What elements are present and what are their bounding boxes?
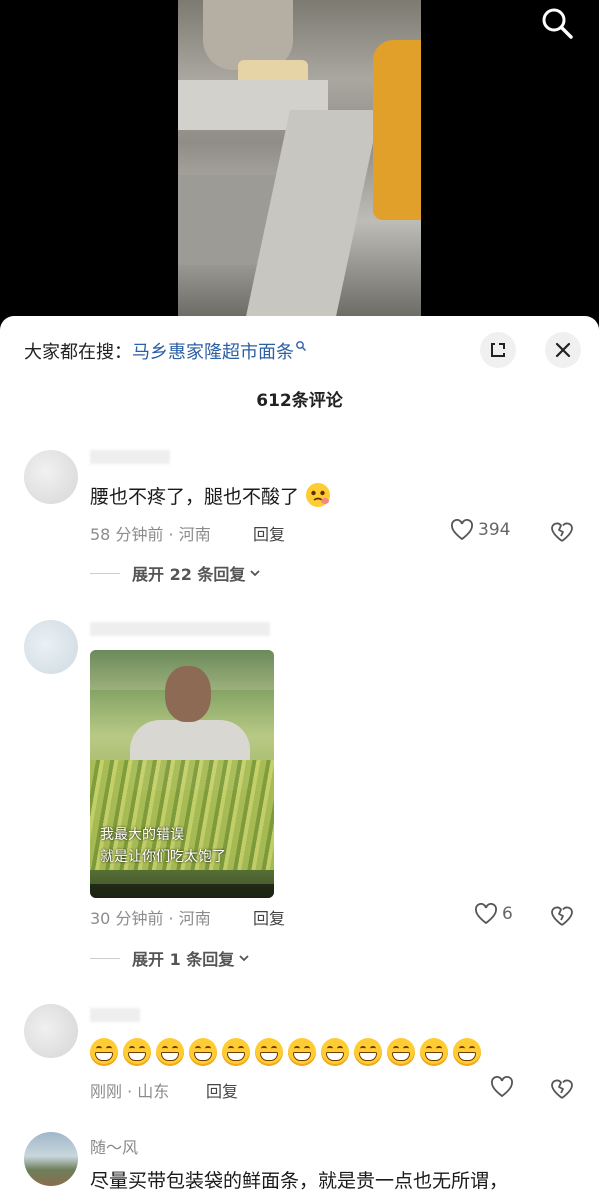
divider (90, 957, 120, 959)
broken-heart-icon (551, 1079, 573, 1099)
avatar[interactable] (24, 620, 78, 674)
grinning-face-icon (90, 1038, 118, 1066)
hot-search-bar[interactable]: 大家都在搜：马乡惠家隆超市面条 (24, 338, 307, 364)
grinning-face-icon (222, 1038, 250, 1066)
like-count: 394 (478, 520, 511, 540)
grinning-face-icon (354, 1038, 382, 1066)
image-person-head (165, 666, 211, 722)
divider (90, 572, 120, 574)
grinning-face-icon (156, 1038, 184, 1066)
search-icon (296, 341, 306, 351)
avatar[interactable] (24, 450, 78, 504)
reply-button[interactable]: 回复 (253, 521, 285, 545)
grinning-face-icon (123, 1038, 151, 1066)
collapse-icon (491, 343, 505, 357)
heart-icon (451, 519, 473, 541)
expand-replies-button[interactable]: 展开 22 条回复 (90, 561, 262, 585)
hot-search-keyword[interactable]: 马乡惠家隆超市面条 (132, 342, 294, 363)
emoji-row (90, 1038, 481, 1066)
dislike-button[interactable] (549, 1077, 575, 1101)
chevron-down-icon (239, 955, 249, 962)
pleading-face-icon (306, 483, 331, 507)
comments-count: 612条评论 (256, 391, 343, 411)
search-icon (542, 8, 573, 39)
hot-search-prefix: 大家都在搜： (24, 342, 132, 363)
image-caption-line-1: 我最大的错误 (100, 827, 184, 843)
image-bottom-bar (90, 884, 274, 898)
username[interactable] (90, 622, 270, 636)
video-frame[interactable] (178, 0, 421, 316)
video-player[interactable] (0, 0, 599, 330)
comment-meta: 30 分钟前 · 河南 (90, 909, 211, 928)
like-button[interactable]: 394 (450, 519, 510, 541)
comment-text: 腰也不疼了，腿也不酸了 (90, 482, 331, 509)
search-button[interactable] (538, 4, 576, 42)
username[interactable] (90, 1008, 140, 1022)
close-icon (555, 342, 571, 358)
dislike-button[interactable] (549, 904, 575, 928)
image-caption-line-2: 就是让你们吃太饱了 (100, 849, 226, 865)
comment-text: 尽量买带包装袋的鲜面条，就是贵一点也无所谓， (90, 1170, 509, 1192)
dislike-button[interactable] (549, 520, 575, 544)
expand-replies-button[interactable]: 展开 1 条回复 (90, 946, 251, 970)
chevron-down-icon (250, 570, 261, 577)
heart-icon (475, 903, 497, 925)
grinning-face-icon (255, 1038, 283, 1066)
broken-heart-icon (551, 522, 573, 542)
like-count: 6 (502, 904, 513, 924)
close-button[interactable] (545, 332, 581, 368)
grinning-face-icon (387, 1038, 415, 1066)
grinning-face-icon (288, 1038, 316, 1066)
grinning-face-icon (453, 1038, 481, 1066)
comment-sheet: 大家都在搜：马乡惠家隆超市面条 612条评论 腰也不疼了，腿也不酸了 58 分钟… (0, 316, 599, 1200)
reply-button[interactable]: 回复 (206, 1078, 238, 1102)
username[interactable] (90, 450, 170, 464)
like-button[interactable] (490, 1076, 518, 1098)
like-button[interactable]: 6 (474, 903, 513, 925)
expand-replies-label: 展开 22 条回复 (132, 565, 246, 584)
video-worker (373, 40, 421, 220)
comment-meta: 58 分钟前 · 河南 (90, 525, 211, 544)
username[interactable]: 随～风 (90, 1134, 138, 1158)
grinning-face-icon (321, 1038, 349, 1066)
avatar[interactable] (24, 1132, 78, 1186)
expand-replies-label: 展开 1 条回复 (132, 950, 235, 969)
avatar[interactable] (24, 1004, 78, 1058)
broken-heart-icon (551, 906, 573, 926)
reply-button[interactable]: 回复 (253, 905, 285, 929)
comment-meta: 刚刚 · 山东 (90, 1082, 170, 1101)
comment-body: 腰也不疼了，腿也不酸了 (90, 486, 300, 508)
collapse-button[interactable] (480, 332, 516, 368)
heart-icon (491, 1076, 513, 1098)
comment-image[interactable]: 我最大的错误 就是让你们吃太饱了 (90, 650, 274, 898)
grinning-face-icon (420, 1038, 448, 1066)
grinning-face-icon (189, 1038, 217, 1066)
